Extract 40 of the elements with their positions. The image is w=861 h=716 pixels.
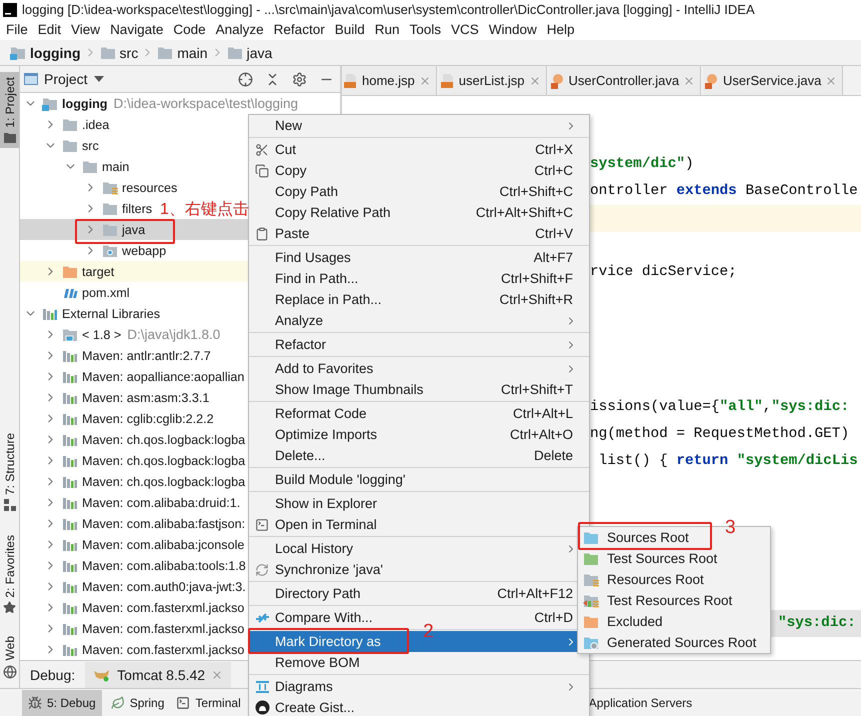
tree-label: Maven: ch.qos.logback:logba [82, 432, 246, 446]
tree-label: < 1.8 > [82, 328, 122, 342]
tree-label: filters [122, 202, 152, 216]
code-line: issions(value={"all","sys:dic: [590, 398, 850, 417]
tree-label: Maven: ch.qos.logback:logba [82, 454, 246, 468]
tree-label: Maven: antlr:antlr:2.7.7 [82, 348, 211, 362]
tree-label: src [82, 138, 99, 152]
code-line: list() { return "system/dicLis [598, 452, 858, 471]
tree-label: Maven: asm:asm:3.3.1 [82, 390, 210, 404]
tree-label: Maven: com.auth0:java-jwt:3. [82, 580, 246, 594]
window-title: logging [D:\idea-workspace\test\logging] - ...\src\main\java\com\user\system\controller\DicController.java [logging] - IntelliJ IDEA [22, 2, 755, 17]
tree-label: webapp [122, 244, 166, 258]
tree-label: Maven: com.alibaba:druid:1. [82, 496, 240, 510]
code-line: ontroller extends BaseControlle [590, 182, 858, 201]
annotation-text: 1、右键点击 [160, 200, 249, 220]
path-text: D:\idea-workspace\test\logging [113, 96, 298, 111]
tree-label: Maven: com.alibaba:fastjson: [82, 516, 246, 530]
panel-label: Debug: [30, 666, 76, 682]
tree-label: Maven: com.alibaba:jconsole [82, 538, 244, 552]
panel-title: Project [44, 71, 88, 87]
code-line: system/dic") [590, 155, 694, 174]
tree-label: java [122, 222, 146, 236]
tree-label: main [102, 160, 130, 174]
tree-label: Maven: aopalliance:aopallian [82, 370, 244, 384]
code-line: rvice dicService; [590, 263, 737, 282]
tree-label: Maven: com.fasterxml.jackso [82, 600, 244, 614]
path-text: D:\java\jdk1.8.0 [127, 327, 220, 342]
tree-label: logging [62, 96, 108, 110]
tree-label: Maven: com.fasterxml.jackso [82, 642, 244, 656]
code-line: ng(method = RequestMethod.GET) [590, 425, 850, 444]
tree-label: pom.xml [82, 286, 130, 300]
tree-label: Maven: com.alibaba:tools:1.8 [82, 558, 246, 572]
annotation-text: 3 [725, 517, 736, 539]
tree-label: Maven: ch.qos.logback:logba [82, 474, 246, 488]
tree-label: Maven: com.fasterxml.jackso [82, 622, 244, 636]
tree-label: target [82, 264, 114, 278]
tree-label: Maven: cglib:cglib:2.2.2 [82, 412, 214, 426]
tree-label: .idea [82, 118, 110, 132]
tree-label: resources [122, 180, 178, 194]
tree-label: External Libraries [62, 306, 160, 320]
